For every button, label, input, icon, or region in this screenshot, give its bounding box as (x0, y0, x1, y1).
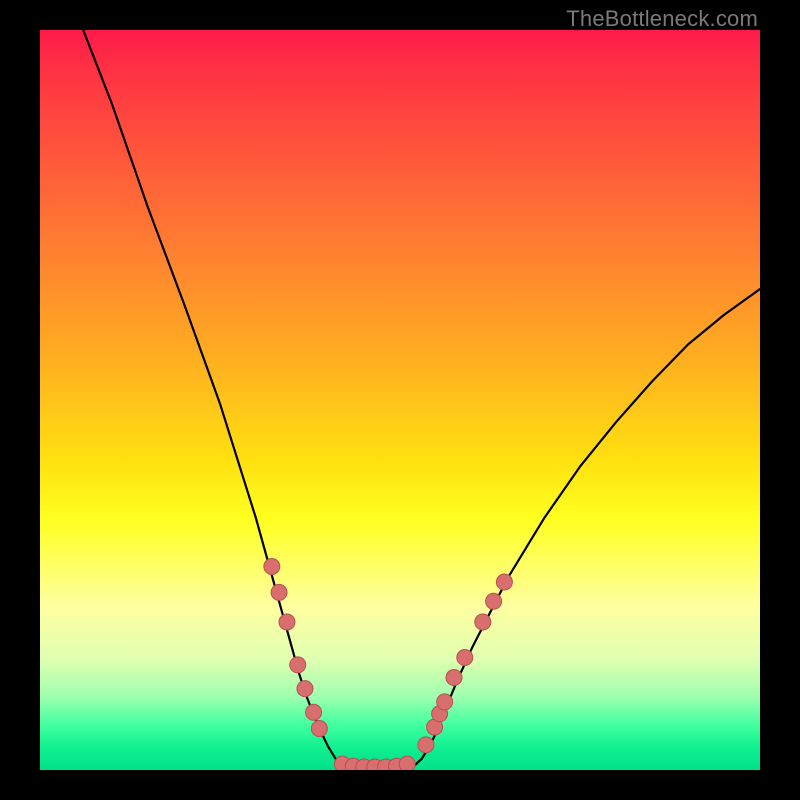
data-point-marker (290, 657, 306, 673)
data-point-marker (297, 681, 313, 697)
data-point-marker (486, 593, 502, 609)
data-point-marker (279, 614, 295, 630)
data-point-marker (475, 614, 491, 630)
chart-container: TheBottleneck.com (0, 0, 800, 800)
curve-group (83, 30, 760, 769)
bottleneck-curve (83, 30, 760, 769)
data-point-marker (271, 584, 287, 600)
data-point-marker (264, 559, 280, 575)
data-point-marker (446, 670, 462, 686)
data-point-marker (457, 650, 473, 666)
data-point-marker (311, 721, 327, 737)
data-point-marker (418, 737, 434, 753)
data-point-marker (437, 694, 453, 710)
data-point-marker (399, 756, 415, 770)
chart-svg (40, 30, 760, 770)
data-point-marker (306, 704, 322, 720)
watermark-text: TheBottleneck.com (566, 6, 758, 32)
data-point-marker (496, 574, 512, 590)
marker-group (264, 559, 513, 771)
plot-area (40, 30, 760, 770)
